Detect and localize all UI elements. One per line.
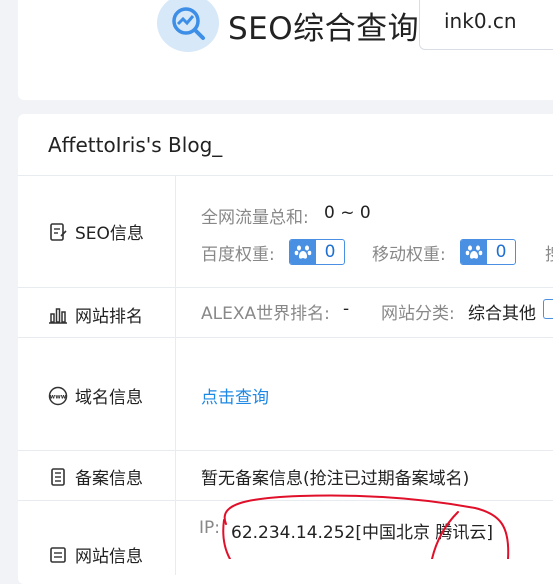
ip-value: 62.234.14.252[中国北京 腾讯云]	[231, 523, 494, 543]
column-divider	[175, 175, 176, 575]
category-label: 网站分类:	[381, 304, 455, 324]
domain-search-input[interactable]	[419, 0, 553, 50]
www-globe-icon: www	[48, 386, 68, 406]
alexa-rank-value: -	[343, 299, 350, 319]
record-book-icon	[48, 467, 68, 487]
baidu-paw-icon	[290, 240, 316, 264]
alexa-rank-label: ALEXA世界排名:	[201, 304, 330, 324]
divider	[18, 287, 553, 288]
mobile-weight-label: 移动权重:	[372, 245, 446, 265]
baidu-weight-value: 0	[324, 242, 336, 262]
domain-query-link[interactable]: 点击查询	[201, 383, 269, 408]
server-icon	[48, 545, 68, 565]
site-title: AffettoIris's Blog_	[48, 133, 223, 157]
ip-label: IP:	[199, 518, 220, 538]
baidu-paw-icon	[461, 240, 487, 264]
document-edit-icon	[48, 222, 68, 242]
row-label-network: 网站信息	[48, 542, 143, 567]
category-value: 综合其他	[468, 304, 536, 324]
result-card	[18, 114, 553, 584]
traffic-label: 全网流量总和:	[201, 208, 309, 228]
baidu-weight-label: 百度权重:	[201, 245, 275, 265]
row-label-domain: www 域名信息	[48, 383, 143, 408]
bar-chart-icon	[48, 305, 68, 325]
page-title: SEO综合查询	[228, 11, 420, 47]
category-tag-icon[interactable]	[543, 299, 553, 319]
truncated-label: 搜	[545, 240, 553, 265]
baidu-weight-badge[interactable]: 0	[289, 239, 345, 265]
row-label-icp: 备案信息	[48, 464, 143, 489]
row-label-seo: SEO信息	[48, 219, 144, 244]
icp-value: 暂无备案信息(抢注已过期备案域名)	[201, 469, 470, 489]
mobile-weight-value: 0	[495, 242, 507, 262]
divider	[18, 500, 553, 501]
divider	[18, 337, 553, 338]
divider	[18, 450, 553, 451]
traffic-value: 0 ~ 0	[324, 203, 371, 223]
row-label-rank: 网站排名	[48, 302, 143, 327]
divider	[18, 175, 553, 176]
svg-text:www: www	[50, 393, 67, 400]
mobile-weight-badge[interactable]: 0	[460, 239, 516, 265]
